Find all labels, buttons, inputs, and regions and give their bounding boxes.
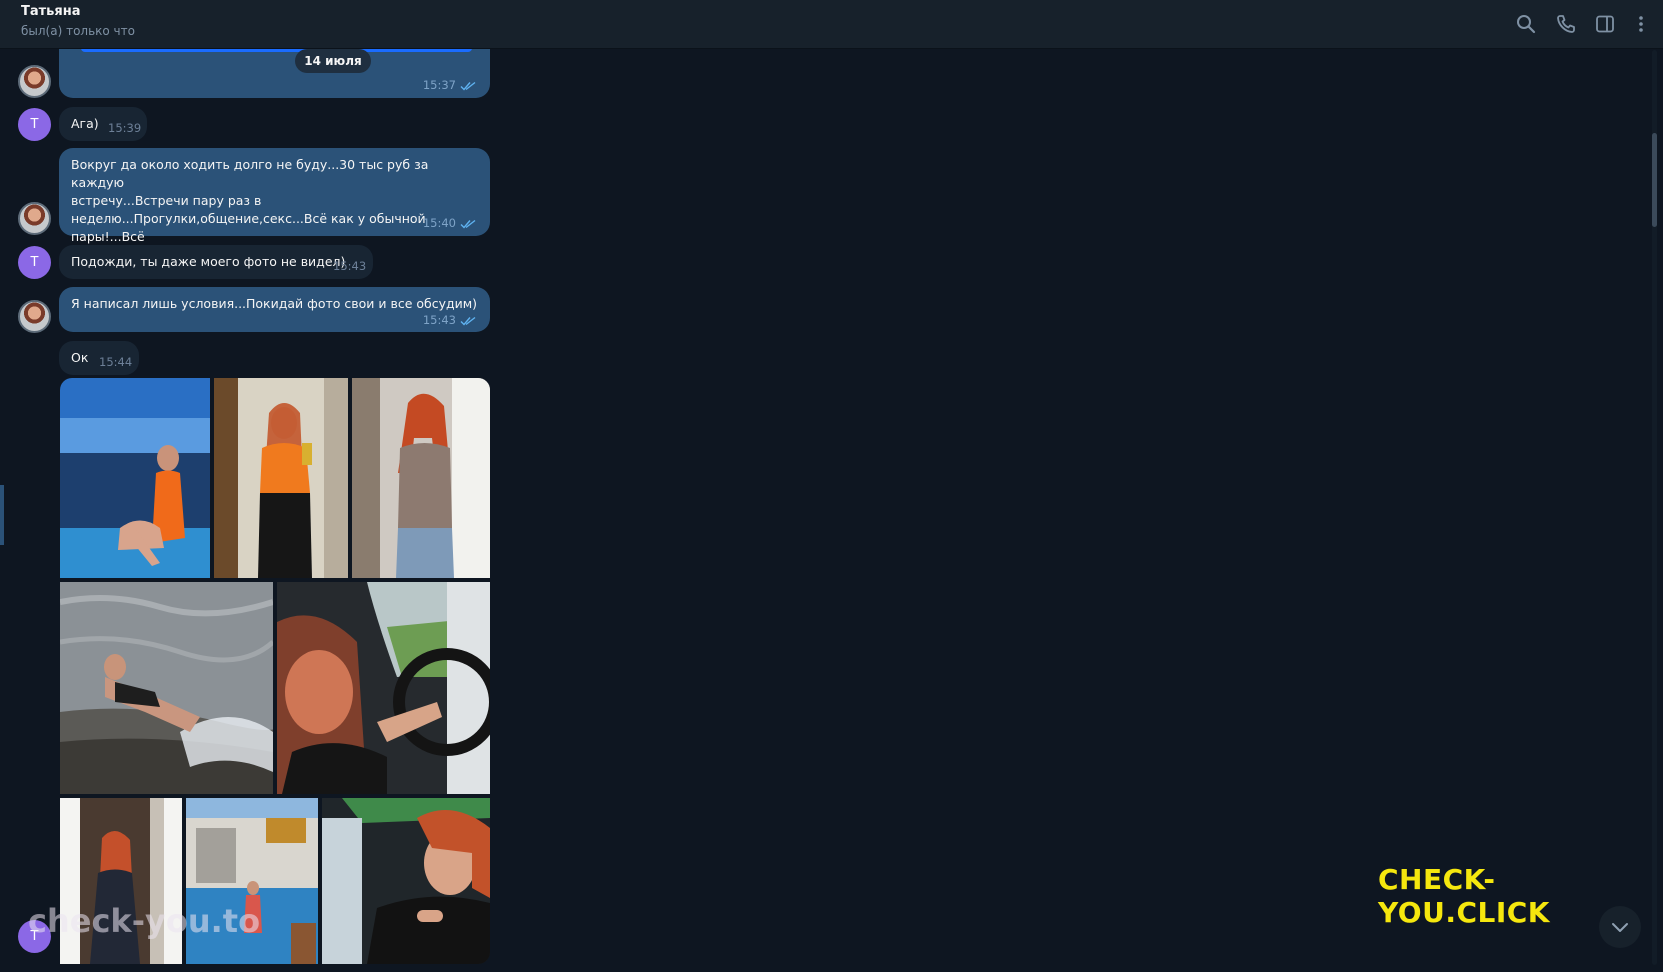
double-check-icon [460,81,476,91]
photo-thumbnail[interactable] [214,378,348,578]
message-bubble-outgoing[interactable]: 14 июля 15:37 [59,49,490,98]
message-time: 15:44 [99,355,133,369]
message-bubble-outgoing[interactable]: Я написал лишь условия...Покидай фото св… [59,287,490,332]
phone-icon[interactable] [1555,13,1577,35]
double-check-icon [460,219,476,229]
message-time: 15:39 [108,121,142,135]
link-preview-bar [81,49,472,52]
watermark: CHECK-YOU.CLICK [1378,863,1551,929]
double-check-icon [460,316,476,326]
message-text: Я написал лишь условия...Покидай фото св… [71,296,478,311]
photo-thumbnail[interactable] [322,798,490,964]
avatar[interactable]: Т [18,108,51,141]
avatar[interactable] [18,65,51,98]
message-text-line: неделю...Прогулки,общение,секс...Всё как… [71,211,426,244]
message-list[interactable]: 14 июля 15:37 Т Ага) 15:39 Вокруг да око… [0,49,1650,972]
photo-thumbnail[interactable] [352,378,490,578]
photo-thumbnail[interactable] [277,582,490,794]
avatar[interactable]: Т [18,246,51,279]
message-time: 15:43 [333,259,367,273]
message-text-line: Вокруг да около ходить долго не буду...3… [71,157,429,190]
more-vertical-icon[interactable] [1630,13,1652,35]
message-text-line: встречу...Встречи пару раз в [71,193,262,208]
search-icon[interactable] [1515,13,1537,35]
message-time: 15:37 [422,78,457,92]
message-text: Подожди, ты даже моего фото не видел) [71,254,346,269]
message-bubble-incoming[interactable]: Подожди, ты даже моего фото не видел) 15… [59,245,373,279]
sidebar-toggle-icon[interactable] [1594,13,1616,35]
watermark: check-you.to [28,902,261,940]
date-separator: 14 июля [295,49,371,73]
photo-thumbnail[interactable] [60,378,210,578]
scrollbar-thumb[interactable] [1652,133,1657,227]
message-bubble-incoming[interactable]: Ок 15:44 [59,341,139,375]
chat-status: был(а) только что [21,24,135,38]
avatar[interactable] [18,300,51,333]
message-text: Ага) [71,116,99,131]
avatar[interactable] [18,202,51,235]
message-text: Ок [71,350,89,365]
message-bubble-outgoing[interactable]: Вокруг да около ходить долго не буду...3… [59,148,490,262]
message-time: 15:40 [422,216,457,230]
message-time: 15:43 [422,313,457,327]
message-bubble-incoming[interactable]: Ага) 15:39 [59,107,147,141]
chat-title[interactable]: Татьяна [21,4,81,19]
photo-thumbnail[interactable] [60,582,273,794]
chat-header: Татьяна был(а) только что [0,0,1663,49]
